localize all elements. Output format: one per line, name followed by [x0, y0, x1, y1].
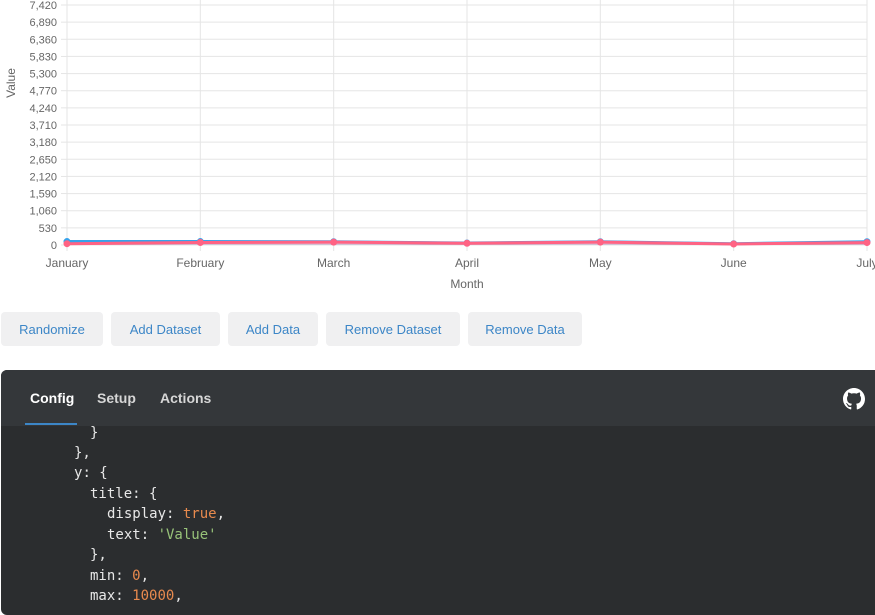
code-line: },	[90, 547, 107, 563]
code-line: title: {	[90, 486, 158, 502]
y-tick-label: 3,180	[29, 137, 57, 149]
code-line: y: {	[74, 465, 108, 481]
line-chart: 0 530 1,060 1,590 2,120 2,650 3,180 3,710 4,240 4…	[0, 0, 875, 300]
remove-data-button[interactable]: Remove Data	[468, 312, 582, 346]
code-line: min: 0,	[90, 568, 150, 584]
y-tick-label: 1,060	[29, 206, 57, 218]
y-tick-label: 6,890	[29, 17, 57, 29]
chart-svg: 0 530 1,060 1,590 2,120 2,650 3,180 3,710 4,240 4…	[4, 0, 875, 291]
y-tick-label: 0	[51, 240, 57, 252]
active-tab-indicator	[25, 423, 77, 425]
y-tick-label: 1,590	[29, 189, 57, 201]
x-tick-label: June	[721, 256, 747, 270]
y-axis-ticks: 0 530 1,060 1,590 2,120 2,650 3,180 3,710 4,240 4…	[29, 0, 57, 252]
add-data-button[interactable]: Add Data	[228, 312, 318, 346]
data-point	[63, 240, 71, 248]
y-tick-label: 5,300	[29, 69, 57, 81]
code-line: text: 'Value'	[107, 527, 217, 543]
y-tick-label: 4,240	[29, 103, 57, 115]
x-axis-ticks: January February March April May June July	[46, 256, 875, 270]
github-icon[interactable]	[843, 388, 865, 410]
add-dataset-button[interactable]: Add Dataset	[111, 312, 220, 346]
chart-series	[63, 238, 871, 248]
data-point	[596, 238, 604, 246]
x-tick-label: July	[856, 256, 875, 270]
x-tick-label: May	[589, 256, 612, 270]
tab-actions[interactable]: Actions	[160, 390, 211, 406]
y-tick-label: 530	[39, 223, 57, 235]
data-point	[463, 239, 471, 247]
y-axis-title: Value	[4, 68, 18, 98]
code-line: },	[74, 445, 91, 461]
y-tick-label: 6,360	[29, 34, 57, 46]
code-line: }	[90, 425, 99, 441]
tab-setup[interactable]: Setup	[97, 390, 136, 406]
remove-dataset-button[interactable]: Remove Dataset	[326, 312, 460, 346]
y-tick-label: 2,120	[29, 171, 57, 183]
data-point	[196, 239, 204, 247]
data-point	[730, 240, 738, 248]
tab-config[interactable]: Config	[30, 390, 74, 406]
x-tick-label: February	[176, 256, 224, 270]
x-tick-label: March	[317, 256, 350, 270]
code-line: display: true,	[107, 506, 226, 522]
code-line: max: 10000,	[90, 588, 183, 604]
x-tick-label: January	[46, 256, 89, 270]
y-tick-label: 2,650	[29, 154, 57, 166]
data-point	[330, 238, 338, 246]
chart-grid	[61, 0, 868, 251]
data-point	[863, 239, 871, 247]
x-axis-title: Month	[450, 277, 483, 291]
y-tick-label: 4,770	[29, 86, 57, 98]
randomize-button[interactable]: Randomize	[1, 312, 103, 346]
code-tabs-bar: Config Setup Actions	[1, 370, 875, 426]
y-tick-label: 5,830	[29, 51, 57, 63]
x-tick-label: April	[455, 256, 479, 270]
code-panel: Config Setup Actions } }, y: { title: { …	[1, 370, 875, 615]
y-tick-label: 3,710	[29, 120, 57, 132]
y-tick-label: 7,420	[29, 0, 57, 12]
